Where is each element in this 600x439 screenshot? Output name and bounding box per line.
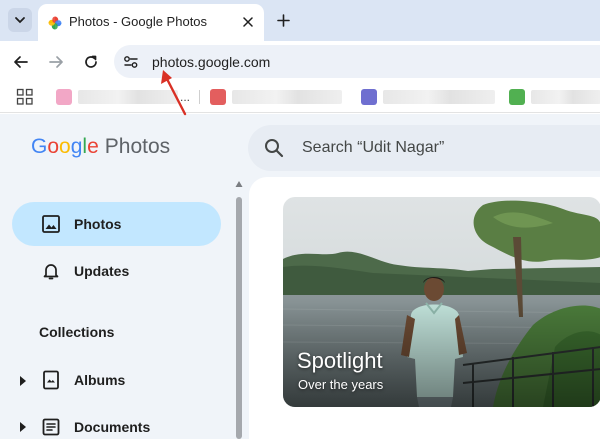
blurred-bookmark-label [232, 90, 342, 104]
browser-tab[interactable]: Photos - Google Photos [38, 4, 264, 41]
spotlight-photo [283, 197, 600, 407]
apps-grid-icon[interactable] [16, 88, 34, 106]
bookmarks-bar: ... [0, 81, 600, 113]
tab-title: Photos - Google Photos [69, 14, 208, 29]
bookmark-separator [199, 90, 200, 104]
bookmark-item[interactable] [509, 89, 600, 105]
bookmark-favicon-icon [56, 89, 72, 105]
bell-icon [43, 264, 59, 280]
photo-icon [42, 215, 60, 233]
site-settings-icon[interactable] [122, 53, 140, 71]
photo-grid-area: Spotlight Over the years [249, 177, 600, 439]
album-icon [43, 370, 59, 390]
tab-search-button[interactable] [8, 8, 32, 32]
reload-icon [85, 55, 97, 68]
search-icon[interactable] [264, 138, 284, 158]
photos-search-bar[interactable]: Search “Udit Nagar” [248, 125, 600, 171]
sidebar-item-label: Updates [74, 263, 130, 279]
sidebar-item-label: Documents [74, 419, 151, 435]
reload-button[interactable] [79, 50, 103, 74]
collections-heading: Collections [39, 324, 115, 340]
sidebar-item-documents[interactable]: Documents [12, 405, 221, 439]
bookmark-favicon-icon [509, 89, 525, 105]
sidebar-item-photos[interactable]: Photos [12, 202, 221, 246]
bookmark-item[interactable] [361, 89, 495, 105]
bookmark-label: ... [180, 90, 191, 104]
scrollbar-thumb[interactable] [236, 197, 242, 439]
card-title: Spotlight [297, 348, 383, 373]
google-photos-favicon-icon [48, 16, 62, 30]
forward-button[interactable] [44, 50, 68, 74]
scroll-up-arrow-icon[interactable] [235, 180, 243, 188]
back-arrow-icon [14, 56, 28, 68]
google-photos-logo[interactable]: Google Photos [31, 135, 170, 159]
card-subtitle: Over the years [298, 377, 384, 392]
blurred-bookmark-label [531, 90, 600, 104]
bookmark-item[interactable] [210, 89, 342, 105]
document-icon [42, 418, 60, 436]
logo-product-name: Photos [104, 135, 171, 158]
plus-icon [276, 13, 290, 27]
bookmark-favicon-icon [361, 89, 377, 105]
sidebar-item-updates[interactable]: Updates [12, 249, 221, 293]
search-placeholder: Search “Udit Nagar” [302, 139, 445, 156]
new-tab-button[interactable] [272, 9, 294, 31]
sidebar-item-label: Albums [74, 372, 126, 388]
back-button[interactable] [9, 50, 33, 74]
bookmark-item[interactable]: ... [56, 89, 190, 105]
close-icon [243, 17, 253, 27]
google-photos-page: Google Photos Search “Udit Nagar” Photos … [0, 114, 600, 439]
url-text[interactable]: photos.google.com [152, 54, 270, 70]
sidebar-item-albums[interactable]: Albums [12, 358, 221, 402]
tab-strip: Photos - Google Photos [0, 0, 600, 41]
sidebar-item-label: Photos [74, 216, 122, 232]
blurred-bookmark-label [383, 90, 495, 104]
forward-arrow-icon [49, 56, 63, 68]
chevron-down-icon [15, 17, 25, 24]
blurred-bookmark-label [78, 90, 178, 104]
spotlight-memory-card[interactable]: Spotlight Over the years [283, 197, 600, 407]
sidebar-scrollbar[interactable] [233, 180, 245, 439]
tab-close-button[interactable] [239, 13, 257, 31]
browser-toolbar: photos.google.com [0, 41, 600, 81]
address-bar[interactable]: photos.google.com [114, 45, 600, 78]
bookmark-favicon-icon [210, 89, 226, 105]
